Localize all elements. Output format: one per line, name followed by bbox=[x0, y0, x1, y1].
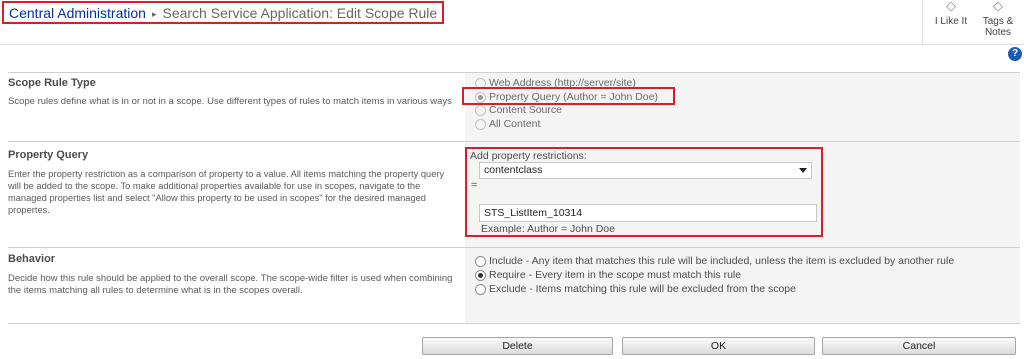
radio-label: Include - Any item that matches this rul… bbox=[489, 255, 955, 267]
radio-button[interactable] bbox=[475, 118, 486, 130]
ok-button[interactable]: OK bbox=[622, 337, 815, 355]
help-icon[interactable]: ? bbox=[1008, 47, 1022, 61]
dropdown-arrow-icon bbox=[799, 168, 807, 173]
i-like-it-label: I Like It bbox=[934, 16, 968, 27]
property-value-input[interactable]: STS_ListItem_10314 bbox=[479, 204, 817, 222]
property-query-description: Enter the property restriction as a comp… bbox=[8, 169, 445, 215]
radio-button[interactable] bbox=[475, 104, 486, 116]
radio-button[interactable] bbox=[475, 283, 486, 295]
notes-label: Notes bbox=[984, 27, 1012, 38]
operator-label: = bbox=[471, 179, 478, 191]
radio-label: All Content bbox=[489, 118, 541, 130]
scope-rule-type-description: Scope rules define what is in or not in … bbox=[8, 96, 452, 107]
radio-all-content[interactable]: All Content bbox=[475, 117, 540, 131]
cancel-button[interactable]: Cancel bbox=[822, 337, 1016, 355]
breadcrumb-root-link[interactable]: Central Administration bbox=[9, 5, 146, 21]
breadcrumb-separator-icon: ▸ bbox=[151, 9, 157, 19]
radio-content-source[interactable]: Content Source bbox=[475, 103, 562, 117]
top-bar: Central Administration ▸ Search Service Ap… bbox=[0, 0, 1024, 44]
radio-include[interactable]: Include - Any item that matches this rul… bbox=[475, 254, 954, 268]
radio-button[interactable] bbox=[475, 255, 486, 267]
ribbon-divider bbox=[922, 0, 923, 44]
scope-rule-type-title: Scope Rule Type bbox=[8, 77, 96, 89]
radio-label: Require - Every item in the scope must m… bbox=[489, 269, 742, 281]
radio-require[interactable]: Require - Every item in the scope must m… bbox=[475, 268, 741, 282]
radio-label: Content Source bbox=[489, 104, 562, 116]
property-select-value: contentclass bbox=[484, 164, 543, 176]
page-title: Search Service Application: Edit Scope R… bbox=[162, 5, 438, 21]
add-restrictions-label: Add property restrictions: bbox=[470, 150, 587, 162]
radio-exclude[interactable]: Exclude - Items matching this rule will … bbox=[475, 282, 796, 296]
behavior-title: Behavior bbox=[8, 253, 56, 265]
section-divider bbox=[8, 323, 1020, 324]
breadcrumb: Central Administration ▸ Search Service Ap… bbox=[2, 1, 445, 24]
behavior-description: Decide how this rule should be applied t… bbox=[8, 273, 453, 296]
radio-label: Exclude - Items matching this rule will … bbox=[489, 283, 796, 295]
delete-button[interactable]: Delete bbox=[422, 337, 613, 355]
header-divider bbox=[0, 44, 1024, 45]
like-icon: ◇ bbox=[946, 0, 956, 13]
example-text: Example: Author = John Doe bbox=[481, 223, 615, 235]
property-query-title: Property Query bbox=[8, 149, 89, 161]
tags-label: Tags & bbox=[982, 16, 1014, 27]
property-select[interactable]: contentclass bbox=[479, 162, 812, 179]
tag-icon: ◇ bbox=[993, 0, 1003, 13]
tags-notes-button[interactable]: ◇ Tags & Notes bbox=[975, 0, 1021, 44]
i-like-it-button[interactable]: ◇ I Like It bbox=[928, 0, 974, 44]
radio-button[interactable] bbox=[475, 269, 486, 281]
